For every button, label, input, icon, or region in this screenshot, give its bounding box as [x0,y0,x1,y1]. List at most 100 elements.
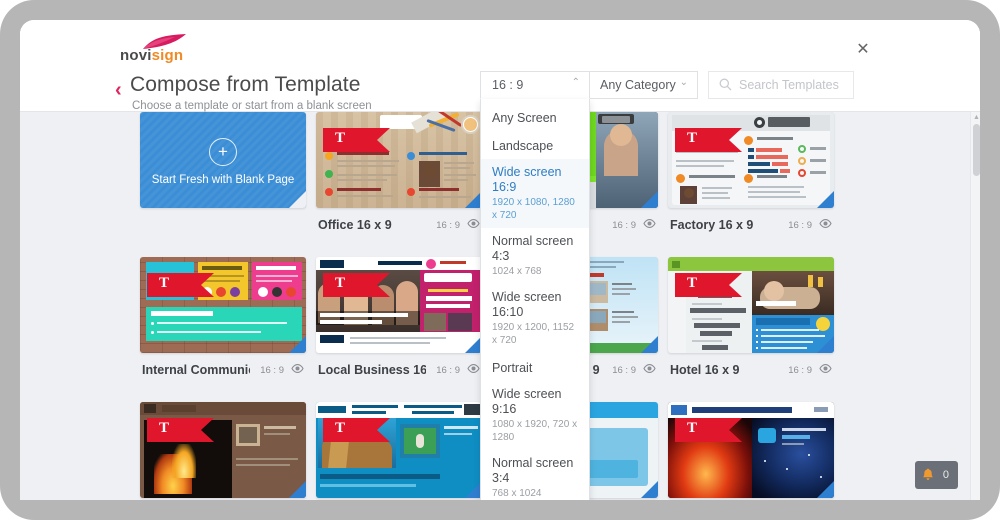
template-flag-letter: T [159,275,169,292]
template-thumbnail[interactable]: T [316,257,482,353]
dropdown-item-label: Any Screen [492,111,579,126]
screen-filter-dropdown[interactable]: Any Screen LandscapeWide screen 16:91920 … [480,99,590,500]
template-flag-letter: T [335,275,345,292]
chevron-down-icon: ⌄ [680,77,688,88]
template-flag-badge: T [323,273,377,297]
template-flag-badge: T [147,418,201,442]
dropdown-item[interactable]: Wide screen 9:161080 x 1920, 720 x 1280 [481,381,589,450]
dropdown-item-sublabel: 1920 x 1080, 1280 x 720 [492,196,579,222]
corner-fold [289,336,306,353]
dropdown-item-sublabel: 1080 x 1920, 720 x 1280 [492,418,579,444]
template-name: Office 16 x 9 [318,218,392,232]
template-name: Hotel 16 x 9 [670,363,739,377]
template-thumbnail[interactable]: T [668,112,834,208]
template-ratio: 16 : 9 [436,365,460,376]
notification-badge[interactable]: 0 [915,461,958,489]
template-thumbnail[interactable]: T [668,257,834,353]
logo-novi-text: novi [120,47,152,64]
scrollbar-thumb[interactable] [973,124,980,176]
template-meta: Factory 16 x 9 16 : 9 [668,215,834,241]
corner-fold [641,481,658,498]
search-input[interactable] [739,72,849,98]
template-flag-letter: T [687,275,697,292]
corner-fold [641,191,658,208]
close-icon[interactable]: ✕ [848,35,878,65]
template-thumbnail[interactable]: T [316,112,482,208]
logo-sign-text: sign [152,47,184,64]
dropdown-item[interactable]: Normal screen 4:31024 x 768 [481,228,589,284]
template-card[interactable]: T Office 16 x 9 16 : 9 [316,112,482,241]
browser-viewport: novisign ‹ Compose from Template Choose … [20,20,980,500]
corner-fold [289,481,306,498]
dropdown-item[interactable]: Any Screen [481,103,589,131]
template-ratio: 16 : 9 [788,365,812,376]
screen-filter-select[interactable]: 16 : 9 ⌃ [480,71,590,99]
template-card[interactable]: T Hotel 16 x 9 16 : 9 [668,257,834,386]
screen-filter-value: 16 : 9 [492,78,523,92]
template-meta: Internal Communicat... 16 : 9 [140,360,306,386]
template-ratio: 16 : 9 [260,365,284,376]
template-flag-letter: T [687,130,697,147]
dropdown-item[interactable]: Wide screen 16:91920 x 1080, 1280 x 720 [481,159,589,228]
dropdown-item-sublabel: 1920 x 1200, 1152 x 720 [492,321,579,347]
template-flag-letter: T [159,420,169,437]
dropdown-item[interactable]: Normal screen 3:4768 x 1024 [481,450,589,500]
dropdown-item[interactable]: Portrait [481,353,589,381]
template-card[interactable]: T Internal Communicat... 16 : 9 [140,257,306,386]
bell-icon [922,468,934,481]
page-title: Compose from Template [130,73,360,97]
preview-eye-icon[interactable] [467,364,480,373]
dropdown-item-sublabel: 768 x 1024 [492,487,579,500]
search-icon [719,78,732,91]
back-chevron-icon[interactable]: ‹ [115,80,122,100]
template-thumbnail[interactable]: T [140,257,306,353]
plus-icon: + [209,138,237,166]
preview-eye-icon[interactable] [467,219,480,228]
template-name: Local Business 16 x 9 [318,363,426,377]
template-thumbnail[interactable]: T [316,402,482,498]
template-card[interactable]: T [668,402,834,500]
template-thumbnail[interactable]: T [140,402,306,498]
corner-fold [817,336,834,353]
dropdown-item-label: Normal screen 4:3 [492,234,579,264]
template-flag-letter: T [335,420,345,437]
search-box[interactable] [708,71,854,99]
template-name: Internal Communicat... [142,363,250,377]
template-ratio: 16 : 9 [788,220,812,231]
novisign-logo: novisign [120,34,204,62]
template-flag-badge: T [323,128,377,152]
preview-eye-icon[interactable] [291,364,304,373]
template-flag-badge: T [147,273,201,297]
template-card[interactable]: T Factory 16 x 9 16 : 9 [668,112,834,241]
blank-page-thumbnail[interactable]: + Start Fresh with Blank Page [140,112,306,208]
blank-page-meta [140,215,306,241]
template-flag-badge: T [675,418,729,442]
template-thumbnail[interactable]: T [668,402,834,498]
template-card[interactable]: T [140,402,306,500]
dropdown-item[interactable]: Landscape [481,131,589,159]
template-ratio: 16 : 9 [436,220,460,231]
template-flag-letter: T [687,420,697,437]
dropdown-item-sublabel: 1024 x 768 [492,265,579,278]
logo-text: novisign [120,47,183,64]
template-name: Factory 16 x 9 [670,218,753,232]
category-filter-value: Any Category [600,78,676,92]
preview-eye-icon[interactable] [819,219,832,228]
template-card[interactable]: T Local Business 16 x 9 16 : 9 [316,257,482,386]
blank-page-card[interactable]: + Start Fresh with Blank Page [140,112,306,241]
dropdown-item[interactable]: Wide screen 16:101920 x 1200, 1152 x 720 [481,284,589,353]
corner-fold [641,336,658,353]
preview-eye-icon[interactable] [643,219,656,228]
preview-eye-icon[interactable] [643,364,656,373]
blank-page-label: Start Fresh with Blank Page [140,174,306,186]
vertical-scrollbar[interactable]: ▲ [970,112,980,500]
chevron-up-icon: ⌃ [572,77,580,88]
template-ratio: 16 : 9 [612,365,636,376]
template-ratio: 16 : 9 [612,220,636,231]
preview-eye-icon[interactable] [819,364,832,373]
category-filter-select[interactable]: Any Category ⌄ [588,71,698,99]
template-card[interactable]: T [316,402,482,500]
device-frame: novisign ‹ Compose from Template Choose … [0,0,1000,520]
scroll-up-arrow-icon[interactable]: ▲ [973,114,980,121]
notification-count: 0 [943,469,949,481]
